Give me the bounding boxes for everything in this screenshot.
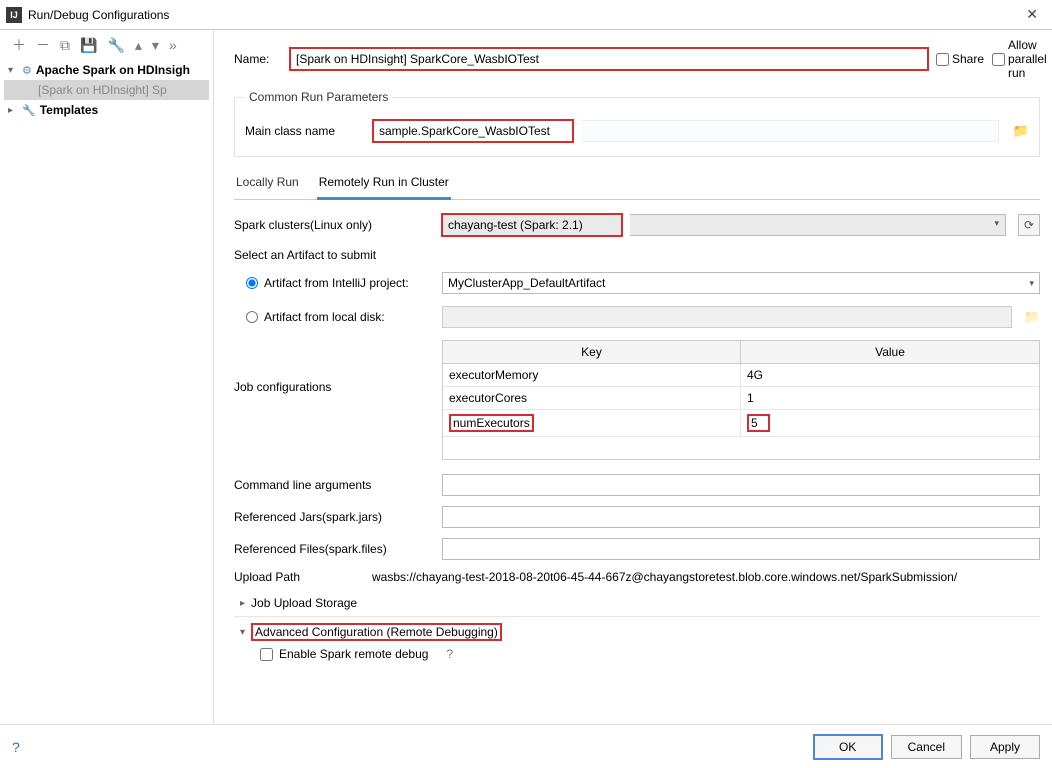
configurations-tree: ▾ Apache Spark on HDInsigh [Spark on HDI… [0,60,213,120]
enable-remote-debug-row: Enable Spark remote debug ? [260,647,1040,661]
job-configurations-row: Job configurations Key Value executorMem… [234,340,1040,474]
tree-node-apache-spark[interactable]: ▾ Apache Spark on HDInsigh [4,60,209,80]
advanced-config-expander[interactable]: ▾ Advanced Configuration (Remote Debuggi… [234,623,1040,641]
tab-remotely-run[interactable]: Remotely Run in Cluster [317,169,451,200]
job-upload-storage-label: Job Upload Storage [251,596,357,610]
artifact-from-project-row: Artifact from IntelliJ project: MyCluste… [246,272,1040,294]
artifact-from-disk-row: Artifact from local disk: [246,306,1040,328]
cfg-key-highlighted: numExecutors [449,414,534,432]
upload-path-value: wasbs://chayang-test-2018-08-20t06-45-44… [372,570,957,584]
table-row[interactable]: executorCores 1 [443,387,1039,410]
enable-remote-debug-label: Enable Spark remote debug [279,647,428,661]
job-upload-storage-expander[interactable]: ▸ Job Upload Storage [234,596,1040,610]
share-checkbox-wrap[interactable]: Share [936,52,984,66]
cluster-row: Spark clusters(Linux only) chayang-test … [234,214,1040,236]
cmdline-label: Command line arguments [234,478,434,492]
browse-class-icon[interactable] [1007,123,1029,139]
save-icon[interactable]: 💾 [80,38,97,52]
tree-item-selected-config[interactable]: [Spark on HDInsight] Sp [4,80,209,100]
name-label: Name: [234,52,282,66]
cfg-key: executorMemory [443,364,741,387]
cfg-val: 4G [741,364,1039,387]
collapse-icon[interactable]: » [169,38,177,52]
artifact-from-project-value: MyClusterApp_DefaultArtifact [448,276,605,290]
dialog-footer: ? OK Cancel Apply [0,724,1052,768]
help-button-icon[interactable]: ? [12,739,20,755]
run-mode-tabs: Locally Run Remotely Run in Cluster [234,169,1040,200]
cluster-combo[interactable]: chayang-test (Spark: 2.1) [442,214,622,236]
copy-icon[interactable]: ⧉ [60,38,70,52]
artifact-from-disk-input [442,306,1012,328]
job-config-key-header: Key [443,341,741,363]
table-row[interactable]: executorMemory 4G [443,364,1039,387]
tree-root-label: Apache Spark on HDInsigh [36,63,190,77]
chevron-right-icon: ▸ [240,598,245,609]
main-class-input[interactable] [373,120,573,142]
upload-path-row: Upload Path wasbs://chayang-test-2018-08… [234,570,1040,584]
tree-selected-label: [Spark on HDInsight] Sp [38,83,167,97]
browse-artifact-icon [1018,309,1040,325]
cluster-combo-value: chayang-test (Spark: 2.1) [448,218,583,232]
titlebar: IJ Run/Debug Configurations ✕ [0,0,1052,30]
remove-icon[interactable]: － [36,38,50,52]
artifact-section-label: Select an Artifact to submit [234,248,1040,262]
job-config-table[interactable]: Key Value executorMemory 4G executorCore… [442,340,1040,460]
cfg-key: executorCores [443,387,741,410]
enable-remote-debug-checkbox[interactable] [260,648,273,661]
cfg-val-highlighted: 5 [747,414,770,432]
referenced-jars-input[interactable] [442,506,1040,528]
referenced-files-label: Referenced Files(spark.files) [234,542,434,556]
main-class-label: Main class name [245,124,365,138]
refresh-clusters-button[interactable] [1018,214,1040,236]
cmdline-input[interactable] [442,474,1040,496]
allow-parallel-checkbox-wrap[interactable]: Allow parallel run [992,38,1040,80]
cfg-val: 1 [741,387,1039,410]
allow-parallel-checkbox[interactable] [992,53,1005,66]
referenced-files-input[interactable] [442,538,1040,560]
wrench-icon[interactable]: 🔧 [107,38,124,52]
move-up-icon[interactable]: ▴ [135,38,142,52]
templates-icon [22,103,36,117]
configurations-sidebar: ＋ － ⧉ 💾 🔧 ▴ ▾ » ▾ Apache Spark on HDInsi… [0,30,214,724]
main-panel: Name: Share Allow parallel run Common Ru… [214,30,1052,724]
chevron-down-icon: ▾ [240,627,245,638]
common-run-parameters: Common Run Parameters Main class name [234,90,1040,157]
artifact-from-project-combo[interactable]: MyClusterApp_DefaultArtifact ▾ [442,272,1040,294]
common-legend: Common Run Parameters [245,90,392,104]
move-down-icon[interactable]: ▾ [152,38,159,52]
artifact-from-project-label: Artifact from IntelliJ project: [264,276,436,290]
window-title: Run/Debug Configurations [28,8,1018,22]
table-row[interactable]: numExecutors 5 [443,410,1039,437]
name-input[interactable] [290,48,928,70]
spark-config-icon [22,63,32,77]
allow-parallel-label: Allow parallel run [1008,38,1047,80]
cmdline-row: Command line arguments [234,474,1040,496]
referenced-files-row: Referenced Files(spark.files) [234,538,1040,560]
tree-node-templates[interactable]: ▸ Templates [4,100,209,120]
add-icon[interactable]: ＋ [12,38,26,52]
ok-button[interactable]: OK [813,734,883,760]
artifact-from-disk-radio[interactable] [246,311,258,323]
cancel-button[interactable]: Cancel [891,735,962,759]
tree-templates-label: Templates [40,103,98,117]
artifact-from-project-radio[interactable] [246,277,258,289]
tab-locally-run[interactable]: Locally Run [234,169,301,199]
job-config-label: Job configurations [234,340,434,394]
cluster-label: Spark clusters(Linux only) [234,218,434,232]
upload-path-label: Upload Path [234,570,364,584]
artifact-from-disk-label: Artifact from local disk: [264,310,436,324]
sidebar-toolbar: ＋ － ⧉ 💾 🔧 ▴ ▾ » [0,30,213,60]
job-config-value-header: Value [741,341,1039,363]
app-icon: IJ [6,7,22,23]
name-row: Name: Share Allow parallel run [234,38,1040,80]
apply-button[interactable]: Apply [970,735,1040,759]
advanced-config-label: Advanced Configuration (Remote Debugging… [251,623,502,641]
help-icon[interactable]: ? [446,647,453,661]
referenced-jars-label: Referenced Jars(spark.jars) [234,510,434,524]
close-icon[interactable]: ✕ [1018,2,1046,27]
referenced-jars-row: Referenced Jars(spark.jars) [234,506,1040,528]
share-checkbox[interactable] [936,53,949,66]
share-label: Share [952,52,984,66]
